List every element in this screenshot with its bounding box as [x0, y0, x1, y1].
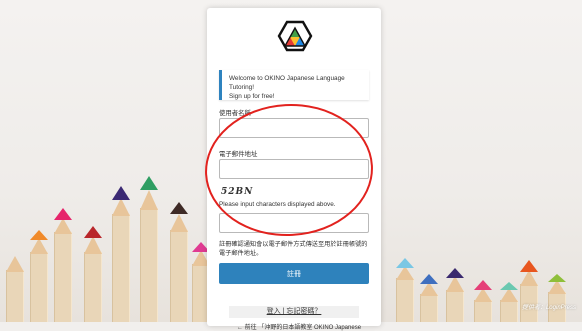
register-button[interactable]: 註冊: [219, 263, 369, 284]
welcome-line-1: Welcome to OKINO Japanese Language Tutor…: [229, 75, 345, 91]
registration-note: 註冊確認通知會以電子郵件方式傳送至用於註冊帳號的電子郵件地址。: [219, 241, 368, 257]
okino-hexagon-logo-icon: [277, 20, 313, 52]
welcome-message: Welcome to OKINO Japanese Language Tutor…: [219, 70, 369, 100]
loginpress-credit[interactable]: 提供者：LoginPress: [522, 302, 576, 311]
welcome-line-2: Sign up for free!: [229, 93, 275, 100]
login-lostpassword-links[interactable]: 登入 | 忘記密碼？: [229, 306, 359, 318]
back-to-site-link[interactable]: ← 前往 「沖野的日本語教室 OKINO Japanese: [237, 322, 361, 331]
